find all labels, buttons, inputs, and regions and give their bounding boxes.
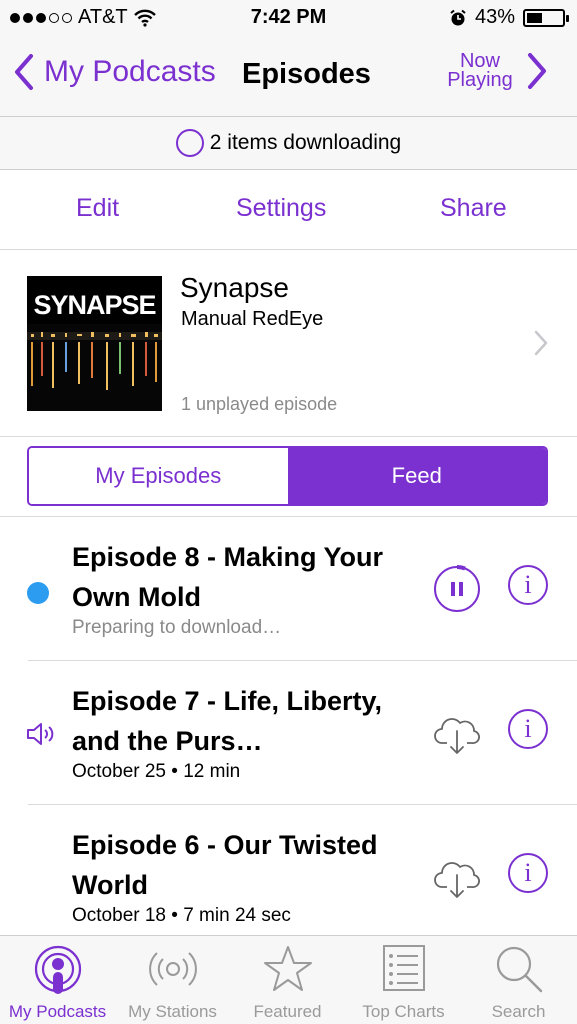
episode-info-button[interactable]: i — [508, 709, 548, 749]
cloud-download-icon[interactable] — [433, 853, 481, 901]
podcast-author: Manual RedEye — [181, 308, 324, 330]
episode-info-button[interactable]: i — [508, 853, 548, 893]
tab-label: My Stations — [128, 1002, 217, 1021]
download-progress-icon — [175, 129, 204, 157]
unplayed-dot-icon — [27, 582, 49, 604]
battery-fill — [527, 12, 542, 23]
episode-subtitle: Preparing to download… — [72, 617, 282, 638]
episode-row[interactable]: Episode 8 - Making Your Own Mold Prepari… — [0, 517, 577, 661]
cloud-download-icon[interactable] — [433, 709, 481, 757]
segment-feed[interactable]: Feed — [287, 448, 546, 504]
info-icon: i — [524, 714, 532, 743]
tab-top-charts[interactable]: Top Charts — [346, 936, 461, 1024]
page-title: Episodes — [242, 58, 371, 90]
speaker-icon — [27, 723, 54, 745]
settings-button[interactable]: Settings — [236, 194, 326, 223]
star-icon — [263, 946, 312, 991]
stations-icon — [148, 952, 197, 986]
episode-row[interactable]: Episode 6 - Our Twisted World October 18… — [0, 805, 577, 949]
tab-my-podcasts[interactable]: My Podcasts — [0, 936, 115, 1024]
episode-subtitle: October 25 • 12 min — [72, 761, 241, 782]
download-status-text: 2 items downloading — [209, 131, 402, 154]
download-status-bar[interactable]: 2 items downloading — [0, 116, 577, 170]
alarm-icon — [450, 9, 466, 25]
search-icon — [496, 946, 542, 993]
episode-title: Episode 7 - Life, Liberty, and the Purs… — [72, 686, 383, 756]
tab-bar: My Podcasts My Stations Featured Top Cha… — [0, 935, 577, 1024]
list-icon — [382, 945, 425, 991]
chevron-right-icon — [528, 53, 546, 89]
podcast-artwork: SYNAPSE — [27, 276, 162, 411]
episode-info-button[interactable]: i — [508, 565, 548, 605]
action-row: Edit Settings Share — [0, 170, 577, 250]
segment-my-episodes[interactable]: My Episodes — [29, 448, 288, 504]
battery-icon — [523, 8, 569, 27]
episode-title: Episode 6 - Our Twisted World — [72, 830, 378, 900]
info-icon: i — [524, 570, 532, 599]
navigation-bar: My Podcasts Episodes Now Playing — [0, 36, 577, 116]
podcast-icon — [34, 945, 81, 994]
status-right: 43% — [449, 6, 569, 29]
unplayed-count: 1 unplayed episode — [181, 394, 338, 414]
back-button-label: My Podcasts — [44, 55, 216, 88]
episode-row[interactable]: Episode 7 - Life, Liberty, and the Purs…… — [0, 661, 577, 805]
now-playing-label: Now Playing — [443, 51, 517, 91]
tab-label: Search — [491, 1002, 546, 1021]
share-button[interactable]: Share — [440, 194, 507, 223]
tab-label: Top Charts — [362, 1002, 445, 1021]
now-playing-line2: Playing — [447, 69, 513, 91]
tab-featured[interactable]: Featured — [230, 936, 345, 1024]
tab-label: My Podcasts — [8, 1002, 107, 1021]
chevron-left-icon — [15, 54, 33, 90]
podcast-header[interactable]: SYNAPSE Synapse Manual RedEye 1 unplayed… — [0, 250, 577, 437]
back-button[interactable]: My Podcasts — [14, 54, 216, 90]
episode-title: Episode 8 - Making Your Own Mold — [72, 542, 384, 612]
info-icon: i — [524, 858, 532, 887]
artwork-skyline-image — [27, 324, 162, 411]
tab-my-stations[interactable]: My Stations — [115, 936, 230, 1024]
episode-subtitle: October 18 • 7 min 24 sec — [72, 905, 291, 926]
pause-download-icon[interactable] — [433, 565, 481, 613]
episode-filter-segmented-control: My Episodes Feed — [27, 446, 548, 506]
edit-button[interactable]: Edit — [76, 194, 119, 223]
tab-search[interactable]: Search — [461, 936, 576, 1024]
battery-percent: 43% — [474, 6, 515, 28]
disclosure-chevron-icon — [534, 330, 548, 356]
podcast-name: Synapse — [180, 272, 289, 303]
tab-label: Featured — [253, 1002, 322, 1021]
status-bar: AT&T 7:42 PM 43% — [0, 0, 577, 36]
now-playing-button[interactable]: Now Playing — [443, 51, 547, 91]
